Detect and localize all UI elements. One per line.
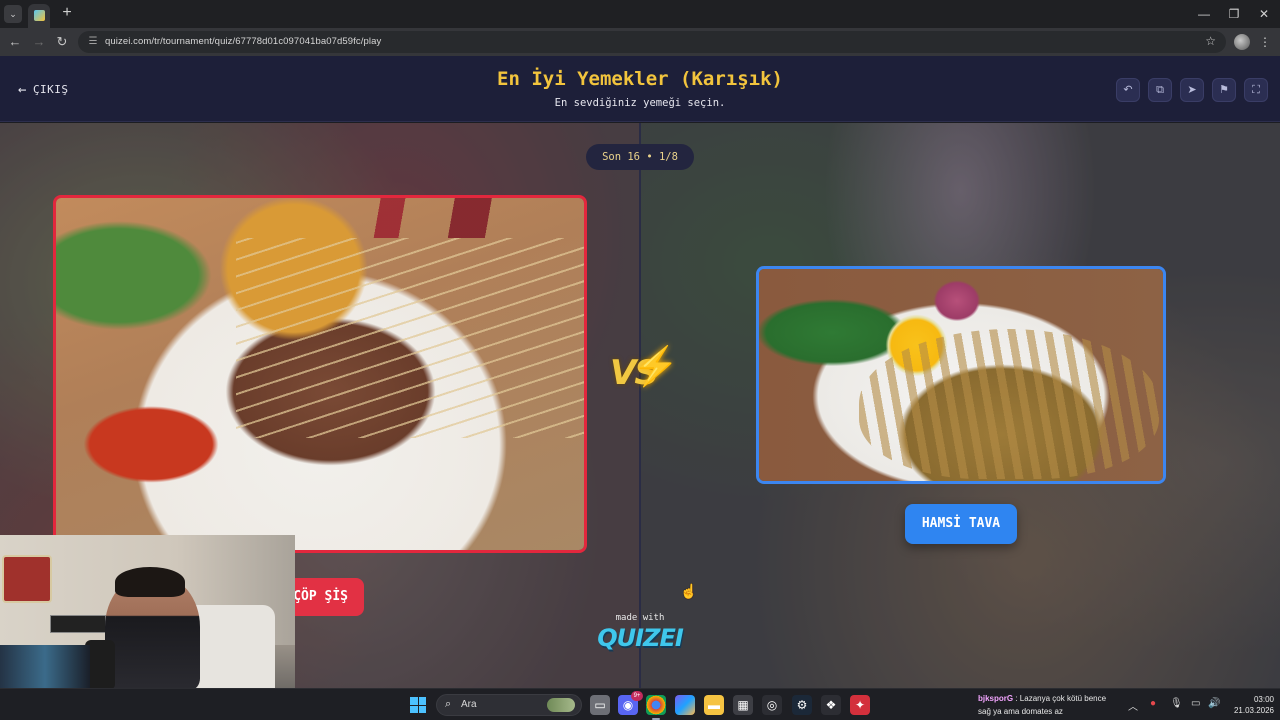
share-icon[interactable]: ➤ [1180, 78, 1204, 102]
clock-time: 03:00 [1253, 695, 1274, 704]
quiz-header: ← ÇIKIŞ En İyi Yemekler (Karışık) En sev… [0, 56, 1280, 122]
chrome-icon[interactable] [646, 695, 666, 720]
restore-button[interactable]: ❐ [1224, 5, 1244, 23]
site-info-icon[interactable]: ☰ [86, 35, 100, 49]
reload-icon[interactable]: ↻ [53, 33, 71, 51]
windows-taskbar: ⌕ Ara ▭ ◉ 9+ ▬ ▦ ◎ ⚙ ❖ ✦ bjksporG : Lazan… [0, 688, 1280, 720]
chat-line-1: bjksporG : Lazanya çok kötü bence [978, 694, 1107, 703]
browser-tabstrip: ⌄ + — ❐ ✕ [0, 0, 1280, 28]
windows-start-icon[interactable] [410, 697, 426, 713]
network-icon[interactable]: ▭ [1191, 698, 1200, 709]
browser-toolbar: ← → ↻ ☰ quizei.com/tr/tournament/quiz/67… [0, 28, 1280, 56]
left-choice-card[interactable] [53, 195, 587, 553]
quizei-logo[interactable]: QUIZEI [596, 624, 684, 652]
fried-anchovies-image [859, 329, 1159, 479]
round-indicator: Son 16 • 1/8 [586, 144, 694, 170]
search-icon: ⌕ [445, 698, 452, 710]
right-choice-button[interactable]: HAMSİ TAVA [905, 504, 1017, 544]
volume-icon[interactable]: 🔊 [1208, 698, 1220, 709]
browser-tab[interactable] [28, 4, 50, 28]
webcam-wall-plate [50, 615, 106, 633]
vs-badge: VS ⚡ [606, 345, 679, 401]
file-explorer-icon[interactable]: ▬ [704, 695, 724, 715]
network-app-icon[interactable]: ❖ [821, 695, 841, 715]
taskbar-search[interactable]: ⌕ Ara [436, 694, 582, 716]
copilot-icon[interactable] [675, 695, 695, 715]
undo-icon[interactable]: ↶ [1116, 78, 1140, 102]
chat-notification[interactable]: bjksporG : Lazanya çok kötü bence sağ ya… [978, 692, 1128, 720]
discord-icon[interactable]: ◉ 9+ [618, 691, 643, 715]
webcam-monitor [0, 645, 90, 690]
hand-cursor-icon: ☝ [680, 583, 698, 599]
search-highlight-image [547, 698, 575, 712]
back-arrow-icon[interactable]: ← [6, 33, 24, 51]
webcam-overlay [0, 535, 295, 690]
chat-username: bjksporG [978, 694, 1014, 703]
taskbar-clock[interactable]: 03:00 21.03.2026 [1230, 694, 1274, 716]
copy-icon[interactable]: ⧉ [1148, 78, 1172, 102]
made-with-quizei[interactable]: made with QUIZEI [596, 613, 684, 652]
close-window-button[interactable]: ✕ [1254, 5, 1274, 23]
chat-message-2: sağ ya ama domates az [978, 707, 1063, 716]
webcam-streamer-hair [115, 567, 185, 597]
minimize-button[interactable]: — [1194, 5, 1214, 23]
address-bar[interactable]: ☰ quizei.com/tr/tournament/quiz/67778d01… [78, 31, 1226, 53]
tray-chevron-icon[interactable]: ︿ [1128, 698, 1138, 713]
obs-icon[interactable]: ◎ [762, 695, 782, 715]
made-with-text: made with [615, 613, 665, 623]
microphone-icon[interactable]: 🎙 [1170, 698, 1183, 709]
chili-pepper-image [356, 198, 584, 238]
new-tab-button[interactable]: + [60, 4, 74, 22]
forward-arrow-icon[interactable]: → [30, 33, 48, 51]
center-divider [639, 123, 641, 688]
url-text[interactable]: quizei.com/tr/tournament/quiz/67778d01c0… [105, 36, 381, 47]
discord-badge: 9+ [631, 691, 643, 701]
browser-menu-icon[interactable]: ⋮ [1259, 33, 1271, 51]
steam-icon[interactable]: ⚙ [792, 695, 812, 715]
tab-favicon-icon [34, 10, 45, 21]
riot-client-icon[interactable]: ✦ [850, 695, 870, 715]
task-view-icon[interactable]: ▭ [590, 695, 610, 715]
page-title: En İyi Yemekler (Karışık) [497, 68, 783, 90]
page-subtitle: En sevdiğiniz yemeği seçin. [554, 97, 726, 109]
flag-icon[interactable]: ⚑ [1212, 78, 1236, 102]
profile-avatar[interactable] [1234, 34, 1250, 50]
tray-app-icon[interactable]: ● [1150, 698, 1156, 709]
bookmark-star-icon[interactable]: ☆ [1205, 34, 1216, 48]
tab-search-chevron-icon[interactable]: ⌄ [4, 5, 22, 23]
lightning-bolt-icon: ⚡ [632, 346, 680, 388]
clock-date: 21.03.2026 [1233, 706, 1274, 715]
skewers-image [236, 238, 584, 438]
taskbar-search-label: Ara [461, 699, 477, 710]
right-choice-card[interactable] [756, 266, 1166, 484]
microsoft-store-icon[interactable]: ▦ [733, 695, 753, 715]
webcam-wall-sign [2, 555, 52, 603]
chat-message-1: Lazanya çok kötü bence [1019, 694, 1107, 703]
fullscreen-icon[interactable]: ⛶ [1244, 78, 1268, 102]
